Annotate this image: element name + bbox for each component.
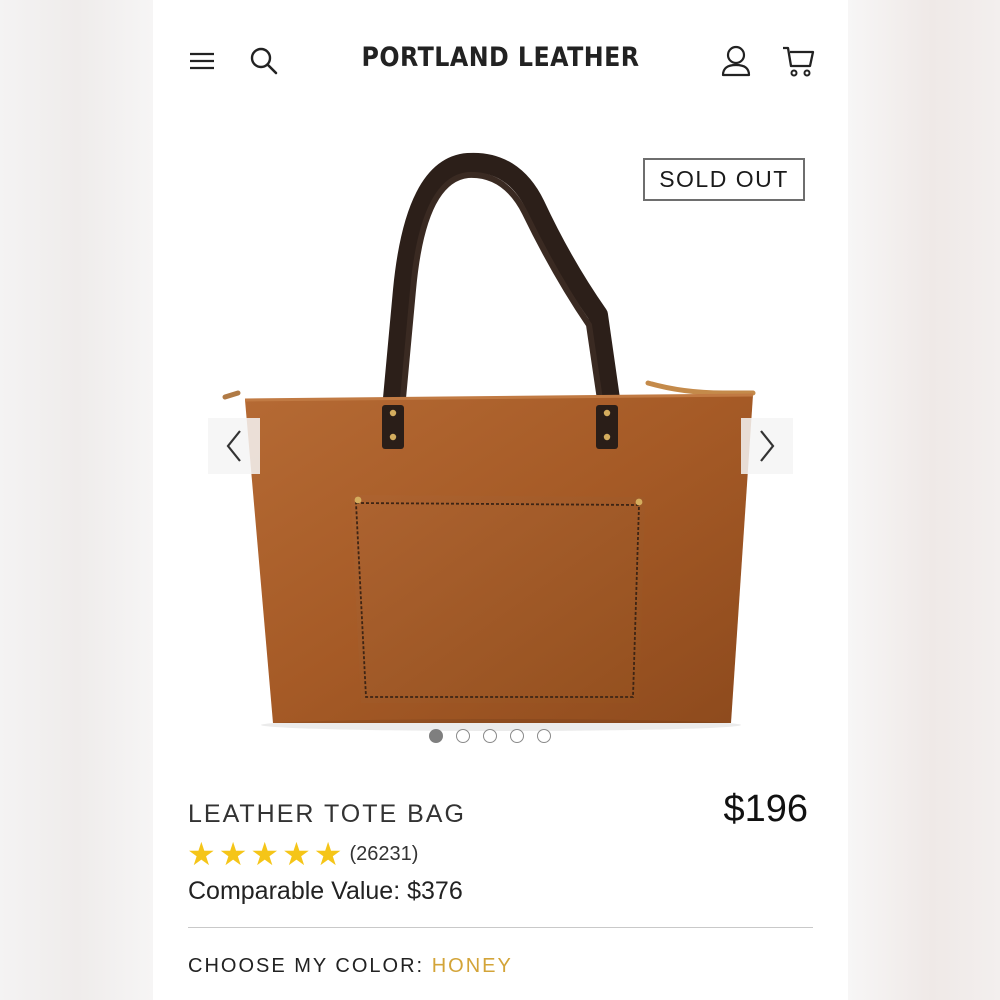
brand-logo[interactable]: PORTLAND LEATHER [195,42,807,73]
site-header: PORTLAND LEATHER [153,0,848,120]
product-price: $196 [723,788,808,830]
chevron-right-icon [760,430,775,462]
carousel-dot[interactable] [456,729,470,743]
star-icon: ★ [218,836,248,872]
star-icon: ★ [313,836,343,872]
background-left [0,0,153,1000]
carousel-next-button[interactable] [741,418,793,474]
star-icon: ★ [187,836,216,872]
carousel-indicator [429,729,551,743]
star-icon: ★ [282,836,311,872]
color-label: CHOOSE MY COLOR: [188,955,425,977]
star-icon: ★ [250,836,280,872]
divider [188,927,813,928]
user-icon[interactable] [720,44,752,78]
chevron-left-icon [226,430,241,462]
background-right [848,0,1000,1000]
product-title: LEATHER TOTE BAG [188,800,466,828]
sold-out-badge: SOLD OUT [643,158,805,201]
color-selector-label: CHOOSE MY COLOR: HONEY [188,955,513,978]
carousel-prev-button[interactable] [208,418,260,474]
carousel-dot[interactable] [429,729,443,743]
product-image-carousel[interactable]: SOLD OUT [153,125,848,755]
carousel-dot[interactable] [510,729,524,743]
review-count[interactable]: (26231) [349,843,418,866]
carousel-dot[interactable] [483,729,497,743]
product-page: PORTLAND LEATHER SOLD OUT LEATHER TOTE B… [153,0,848,1000]
comparable-value: Comparable Value: $376 [188,877,463,905]
selected-color: HONEY [431,955,513,977]
product-rating[interactable]: ★ ★ ★ ★ ★ (26231) [187,838,418,870]
cart-icon[interactable] [781,44,815,78]
carousel-dot[interactable] [537,729,551,743]
